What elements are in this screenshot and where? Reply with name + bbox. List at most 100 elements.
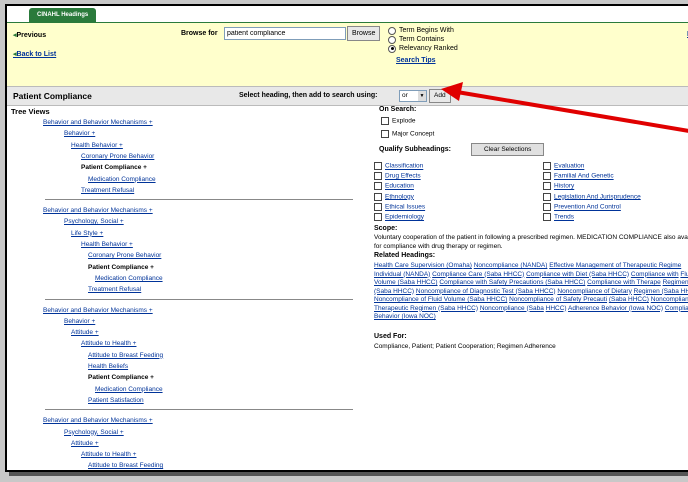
subheading-label: Epidemiology <box>385 213 425 221</box>
tree-item[interactable]: Medication Compliance <box>88 176 156 183</box>
explode-checkbox[interactable]: Explode <box>381 117 416 125</box>
tree-item[interactable]: Attitude + <box>71 440 99 447</box>
browse-input[interactable] <box>224 27 346 40</box>
related-heading-link[interactable]: (Saba HHCC) <box>609 296 649 303</box>
related-heading-link[interactable]: Noncompliance (Saba <box>480 305 544 312</box>
related-heading-link[interactable]: Individual (NANDA) <box>374 271 430 278</box>
related-heading-link[interactable]: Compliance with Safety Precautions (Saba… <box>439 279 585 286</box>
subheading-checkbox[interactable]: Education <box>374 182 414 191</box>
add-button[interactable]: Add <box>429 89 451 103</box>
tree-item[interactable]: Attitude to Breast Feeding <box>88 462 163 469</box>
subheading-checkbox[interactable]: Ethnology <box>374 192 414 201</box>
subheading-checkbox[interactable]: Trends <box>543 213 574 221</box>
tree-item-current: Patient Compliance + <box>81 164 147 172</box>
subheading-checkbox[interactable]: Familial And Genetic <box>543 172 614 181</box>
subheading-label: Ethnology <box>385 193 414 201</box>
checkbox-icon <box>374 213 382 221</box>
checkbox-icon <box>374 202 382 211</box>
checkbox-icon <box>374 182 382 191</box>
tree-item[interactable]: Medication Compliance <box>95 386 163 393</box>
checkbox-icon <box>543 182 551 191</box>
checkbox-icon <box>374 192 382 201</box>
tree-item[interactable]: Treatment Refusal <box>81 187 134 194</box>
tree-item[interactable]: Behavior and Behavior Mechanisms + <box>43 307 153 314</box>
tab-cinahl-headings[interactable]: CINAHL Headings <box>29 8 97 22</box>
qualify-title: Qualify Subheadings: <box>379 146 451 153</box>
tree-item[interactable]: Behavior and Behavior Mechanisms + <box>43 119 153 126</box>
details-panel: On Search: Explode Major Concept Qualify… <box>373 105 688 470</box>
related-heading-link[interactable]: Compliance Care (Saba HHCC) <box>432 271 524 278</box>
major-concept-checkbox[interactable]: Major Concept <box>381 130 434 138</box>
radio-label: Relevancy Ranked <box>399 45 458 52</box>
subheading-label: Legislation And Jurisprudence <box>554 193 641 201</box>
subheading-label: Evaluation <box>554 162 585 170</box>
subheading-checkbox[interactable]: Evaluation <box>543 162 584 170</box>
tree-item[interactable]: Attitude to Health + <box>81 451 136 458</box>
related-heading-link[interactable]: Adherence Behavior (Iowa NOC) <box>568 305 663 312</box>
clear-selections-button[interactable]: Clear Selections <box>471 143 545 156</box>
related-heading-link[interactable]: HHCC) <box>546 305 567 312</box>
related-heading-link[interactable]: Compliance with Diet (Saba HHCC) <box>526 271 629 278</box>
subheading-checkbox[interactable]: History <box>543 182 574 191</box>
radio-selected-icon <box>388 44 396 53</box>
browse-button[interactable]: Browse <box>347 26 381 41</box>
tree-item[interactable]: Health Behavior + <box>71 142 123 149</box>
tree-item[interactable]: Health Behavior + <box>81 241 133 248</box>
tree-item[interactable]: Behavior + <box>64 130 95 137</box>
related-heading-link[interactable]: Noncompliance of Safety Precauti <box>509 296 607 303</box>
tree-item[interactable]: Psychology, Social + <box>64 429 124 436</box>
used-for-text: Compliance, Patient; Patient Cooperation… <box>374 343 556 350</box>
related-title: Related Headings: <box>374 252 436 259</box>
subheading-checkbox[interactable]: Drug Effects <box>374 172 421 181</box>
browser-frame: CINAHL Headings ◂Previous ◂Back to List … <box>5 4 688 472</box>
tree-item[interactable]: Behavior + <box>64 318 95 325</box>
tree-item[interactable]: Coronary Prone Behavior <box>88 252 161 259</box>
radio-icon <box>388 26 396 35</box>
tree-item[interactable]: Patient Satisfaction <box>88 397 144 404</box>
tree-item[interactable]: Coronary Prone Behavior <box>81 153 154 160</box>
used-for-title: Used For: <box>374 333 407 340</box>
related-heading-link[interactable]: Noncompliance of Diagnostic Test (Saba H… <box>416 288 556 295</box>
related-heading-link[interactable]: Regimen (Saba HHCC) <box>634 288 688 295</box>
related-heading-link[interactable]: Compliance with Therape <box>587 279 661 286</box>
related-heading-link[interactable]: Health Care Supervision (Omaha) <box>374 262 472 269</box>
back-to-list-link[interactable]: ◂Back to List <box>13 50 56 58</box>
scope-title: Scope: <box>374 225 398 232</box>
subheading-label: Trends <box>554 213 574 221</box>
related-heading-link[interactable]: Effective Management of Therapeutic Regi… <box>549 262 681 269</box>
previous-link[interactable]: ◂Previous <box>13 31 46 39</box>
radio-term-begins[interactable]: Term Begins With <box>388 26 458 35</box>
tree-separator <box>45 409 353 411</box>
subheading-checkbox[interactable]: Legislation And Jurisprudence <box>543 192 641 201</box>
browse-band: ◂Previous ◂Back to List Browse for Brows… <box>7 23 688 86</box>
tree-item[interactable]: Psychology, Social + <box>64 218 124 225</box>
subheading-checkbox[interactable]: Epidemiology <box>374 213 424 221</box>
back-label: Back to List <box>16 51 57 58</box>
radio-relevancy-ranked[interactable]: Relevancy Ranked <box>388 44 458 53</box>
tree-item[interactable]: Medication Compliance <box>95 275 163 282</box>
tree-item[interactable]: Behavior and Behavior Mechanisms + <box>43 207 153 214</box>
related-heading-link[interactable]: Noncompliance (NANDA) <box>474 262 548 269</box>
related-heading-link[interactable]: Compliance with <box>631 271 679 278</box>
operator-select[interactable]: or ▼ <box>399 90 427 102</box>
tree-item[interactable]: Behavior and Behavior Mechanisms + <box>43 417 153 424</box>
subheading-checkbox[interactable]: Ethical Issues <box>374 202 426 211</box>
subheading-label: Education <box>385 183 414 191</box>
tree-item[interactable]: Treatment Refusal <box>88 286 141 293</box>
tree-item[interactable]: Health Beliefs <box>88 363 128 370</box>
related-heading-link[interactable]: Noncompliance of Dietary <box>557 288 631 295</box>
tree-item[interactable]: Life Style + <box>71 230 103 237</box>
subheading-label: Familial And Genetic <box>554 172 614 180</box>
tree-item[interactable]: Attitude to Breast Feeding <box>88 352 163 359</box>
subheading-label: Ethical Issues <box>385 203 426 211</box>
tree-item-current: Patient Compliance + <box>88 263 154 271</box>
subheading-checkbox[interactable]: Classification <box>374 162 423 170</box>
radio-term-contains[interactable]: Term Contains <box>388 35 458 44</box>
tree-item[interactable]: Attitude to Health + <box>81 340 136 347</box>
tab-bar: CINAHL Headings <box>7 6 688 23</box>
search-tips-link[interactable]: Search Tips <box>396 57 436 64</box>
tree-item[interactable]: Attitude + <box>71 329 99 336</box>
tree-separator <box>45 298 353 300</box>
subheading-checkbox[interactable]: Prevention And Control <box>543 202 621 211</box>
related-heading-link[interactable]: Noncompliance of Fluid Volume (Saba HHCC… <box>374 296 507 303</box>
